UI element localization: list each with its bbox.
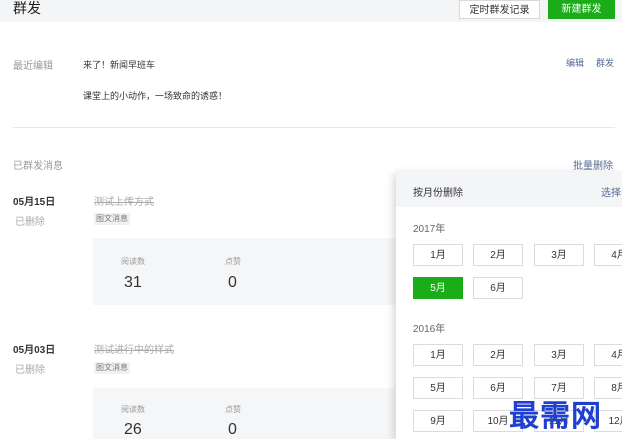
reads-count: 31 xyxy=(124,274,142,291)
section-divider xyxy=(13,127,615,128)
year-label: 2016年 xyxy=(413,324,446,335)
page-title: 群发 xyxy=(13,0,41,16)
message-status: 已删除 xyxy=(15,365,45,376)
month-button-selected[interactable]: 5月 xyxy=(413,277,463,299)
message-title: 测试上传方式 xyxy=(94,197,154,208)
month-button[interactable]: 4月 xyxy=(594,344,622,366)
recent-edit-title[interactable]: 来了！新闻早班车 xyxy=(83,58,155,71)
reads-label: 阅读数 xyxy=(121,405,145,414)
message-title: 测试进行中的样式 xyxy=(94,345,174,356)
recent-edit-subtitle[interactable]: 课堂上的小动作，一场致命的诱惑！ xyxy=(83,89,227,102)
likes-count: 0 xyxy=(228,274,237,291)
message-status: 已删除 xyxy=(15,217,45,228)
panel-title: 按月份删除 xyxy=(413,188,463,199)
recent-edit-label: 最近编辑 xyxy=(13,61,53,72)
month-button[interactable]: 1月 xyxy=(413,344,463,366)
month-button[interactable]: 6月 xyxy=(473,277,523,299)
likes-count: 0 xyxy=(228,421,237,438)
edit-link[interactable]: 编辑 xyxy=(566,56,584,69)
sent-messages-label: 已群发消息 xyxy=(13,161,63,172)
select-link[interactable]: 选择 xyxy=(601,184,621,199)
month-button[interactable]: 1月 xyxy=(413,244,463,266)
message-stats: 阅读数 点赞 26 0 xyxy=(93,388,395,439)
month-button[interactable]: 2月 xyxy=(473,344,523,366)
scheduled-records-button[interactable]: 定时群发记录 xyxy=(459,0,540,19)
batch-delete-link[interactable]: 批量删除 xyxy=(573,157,613,172)
year-label: 2017年 xyxy=(413,224,446,235)
message-stats: 阅读数 点赞 31 0 xyxy=(93,238,395,305)
likes-label: 点赞 xyxy=(225,257,241,266)
month-button[interactable]: 5月 xyxy=(413,377,463,399)
month-button[interactable]: 3月 xyxy=(534,244,584,266)
message-type-tag: 图文消息 xyxy=(94,362,130,374)
month-button[interactable]: 4月 xyxy=(594,244,622,266)
message-date: 05月03日 xyxy=(13,345,56,356)
message-type-tag: 图文消息 xyxy=(94,213,130,225)
new-broadcast-button[interactable]: 新建群发 xyxy=(548,0,615,19)
month-button[interactable]: 2月 xyxy=(473,244,523,266)
month-button[interactable]: 9月 xyxy=(413,410,463,432)
send-link[interactable]: 群发 xyxy=(596,56,614,69)
message-date: 05月15日 xyxy=(13,197,56,208)
reads-label: 阅读数 xyxy=(121,257,145,266)
watermark: 最需网 xyxy=(509,399,602,434)
month-button[interactable]: 3月 xyxy=(534,344,584,366)
likes-label: 点赞 xyxy=(225,405,241,414)
reads-count: 26 xyxy=(124,421,142,438)
